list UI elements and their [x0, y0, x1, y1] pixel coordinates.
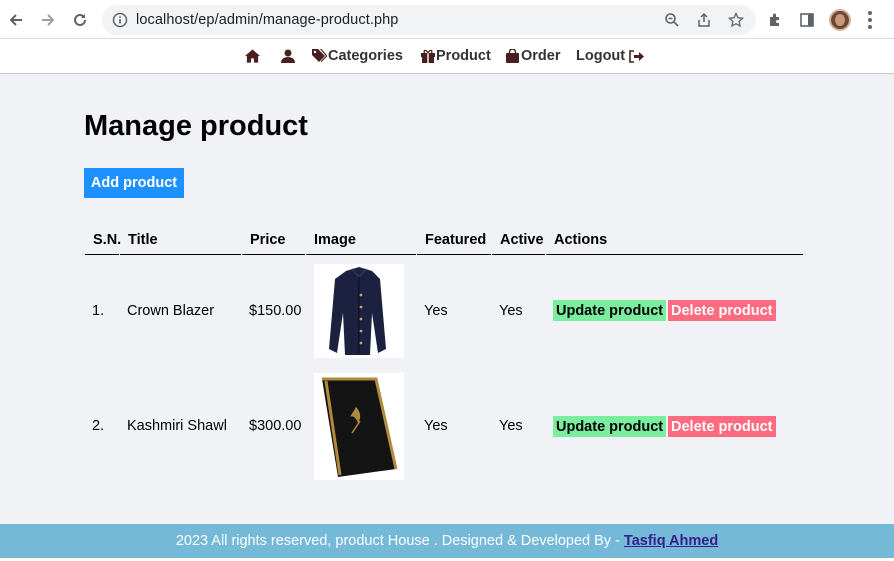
- sign-out-icon: [629, 49, 645, 64]
- col-header-image: Image: [306, 232, 416, 255]
- delete-product-button[interactable]: Delete product: [668, 300, 776, 321]
- home-icon: [245, 48, 260, 63]
- cell-featured: Yes: [424, 303, 448, 319]
- footer: 2023 All rights reserved, product House …: [0, 524, 894, 558]
- cell-sn: 2.: [92, 418, 105, 434]
- main-content: Manage product Add product S.N. Title Pr…: [0, 74, 894, 524]
- cell-featured: Yes: [424, 418, 448, 434]
- footer-author-link[interactable]: Tasfiq Ahmed: [624, 533, 718, 549]
- cell-title: Crown Blazer: [127, 303, 215, 319]
- user-icon: [280, 48, 295, 63]
- col-header-featured: Featured: [417, 232, 491, 255]
- delete-product-button[interactable]: Delete product: [668, 416, 776, 437]
- cell-title: Kashmiri Shawl: [127, 418, 227, 434]
- profile-avatar[interactable]: [829, 9, 851, 31]
- col-header-sn: S.N.: [85, 232, 121, 255]
- cell-active: Yes: [499, 418, 523, 434]
- nav-home[interactable]: [245, 48, 261, 63]
- gift-icon: [420, 49, 435, 64]
- cell-price: $300.00: [249, 418, 302, 434]
- cell-price: $150.00: [249, 303, 302, 319]
- col-header-active: Active: [492, 232, 545, 255]
- share-icon[interactable]: [695, 11, 713, 29]
- back-icon[interactable]: [4, 8, 28, 32]
- url-text: localhost/ep/admin/manage-product.php: [136, 12, 399, 28]
- nav-order[interactable]: Order: [505, 48, 561, 64]
- col-header-title: Title: [120, 232, 241, 255]
- site-navbar: Categories Product Order Logout: [0, 39, 894, 74]
- col-header-price: Price: [242, 232, 305, 255]
- side-panel-icon[interactable]: [797, 10, 817, 30]
- extensions-icon[interactable]: [765, 10, 785, 30]
- page-title: Manage product: [84, 110, 308, 142]
- cell-active: Yes: [499, 303, 523, 319]
- footer-text: 2023 All rights reserved, product House …: [175, 533, 620, 549]
- nav-user[interactable]: [280, 48, 296, 63]
- bookmark-star-icon[interactable]: [727, 11, 745, 29]
- shopping-bag-icon: [505, 49, 520, 64]
- nav-product[interactable]: Product: [420, 48, 491, 64]
- product-image-blazer: [314, 264, 404, 358]
- tags-icon: [312, 49, 327, 64]
- update-product-button[interactable]: Update product: [553, 300, 667, 321]
- browser-toolbar: localhost/ep/admin/manage-product.php: [0, 0, 894, 39]
- address-bar[interactable]: localhost/ep/admin/manage-product.php: [102, 5, 756, 35]
- menu-icon[interactable]: [868, 11, 872, 29]
- add-product-button[interactable]: Add product: [84, 168, 184, 198]
- product-image-shawl: [314, 373, 404, 480]
- forward-icon[interactable]: [36, 8, 60, 32]
- reload-icon[interactable]: [68, 8, 92, 32]
- col-header-actions: Actions: [546, 232, 803, 255]
- info-icon[interactable]: [111, 11, 129, 29]
- update-product-button[interactable]: Update product: [553, 416, 667, 437]
- nav-categories[interactable]: Categories: [312, 48, 403, 64]
- zoom-icon[interactable]: [663, 11, 681, 29]
- cell-sn: 1.: [92, 303, 105, 319]
- nav-logout[interactable]: Logout: [576, 48, 645, 64]
